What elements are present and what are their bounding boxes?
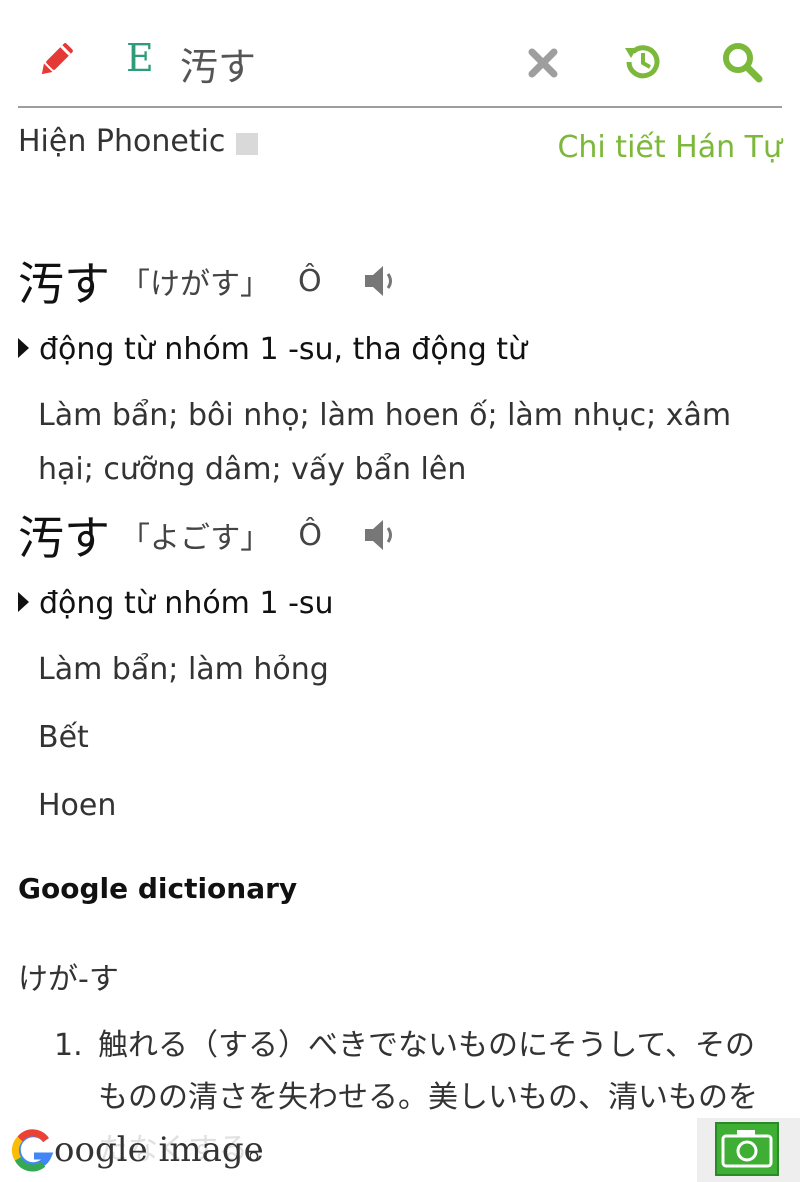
entry-reading: 「よごす」 [120,521,271,556]
pos-label: động từ nhóm 1 -su [39,586,334,621]
meaning: Làm bẩn; bôi nhọ; làm hoen ố; làm nhục; … [38,398,732,487]
speaker-icon[interactable] [361,261,401,301]
dictionary-entry: 汚す 「よごす」 Ô động từ nhóm 1 -su Làm bẩn; làm… [18,502,782,823]
google-dictionary-word: けが-す [18,962,119,997]
phonetic-checkbox[interactable] [236,133,258,155]
close-icon[interactable] [524,44,562,82]
language-switch-button[interactable]: E [126,36,154,80]
pencil-icon[interactable] [36,40,76,80]
entry-mark: Ô [298,517,322,553]
search-icon[interactable] [720,40,764,84]
pos-label: động từ nhóm 1 -su, tha động từ [39,332,528,367]
meaning: Bết [38,720,89,755]
google-image-label: oogle image [54,1130,264,1170]
caret-right-icon [18,591,29,612]
part-of-speech: động từ nhóm 1 -su [18,586,334,621]
meaning: Làm bẩn; làm hỏng [38,652,329,687]
entry-reading: 「けがす」 [120,267,270,302]
part-of-speech: động từ nhóm 1 -su, tha động từ [18,332,527,367]
speaker-icon[interactable] [361,515,401,555]
history-icon[interactable] [621,40,665,84]
han-detail-link[interactable]: Chi tiết Hán Tự [557,130,782,165]
google-logo-icon [11,1129,54,1172]
definition-number: 1. [54,1028,83,1063]
google-image-button[interactable]: oogle image [10,1126,264,1174]
entry-word: 汚す [18,257,110,311]
dictionary-entry: 汚す 「けがす」 Ô động từ nhóm 1 -su, tha động từ… [18,248,782,487]
search-toolbar: E 汚す [18,0,782,108]
camera-icon [715,1122,779,1176]
phonetic-toggle-label: Hiện Phonetic [18,124,226,159]
entry-mark: Ô [298,263,322,299]
search-input[interactable]: 汚す [180,36,256,91]
camera-button[interactable] [697,1118,800,1182]
meaning: Hoen [38,788,117,823]
caret-right-icon [18,337,29,358]
entry-word: 汚す [18,511,110,565]
google-dictionary-title: Google dictionary [18,872,298,905]
